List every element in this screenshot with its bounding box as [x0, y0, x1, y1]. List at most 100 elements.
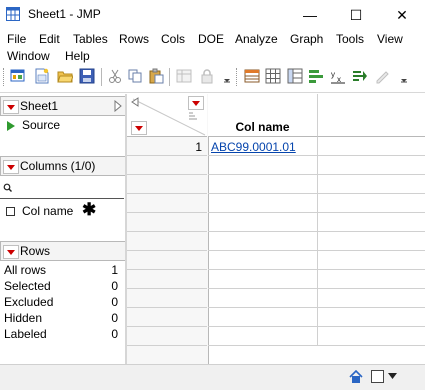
menu-doe[interactable]: DOE	[198, 32, 224, 46]
empty-row-header[interactable]	[127, 327, 207, 346]
close-button[interactable]: ✕	[379, 0, 425, 30]
empty-row-header[interactable]	[127, 289, 207, 308]
data-cell[interactable]: ABC99.0001.01	[208, 137, 318, 156]
open-folder-icon[interactable]	[57, 68, 73, 84]
menu-view[interactable]: View	[377, 32, 403, 46]
toolbar-separator	[169, 68, 170, 86]
home-icon[interactable]	[349, 370, 363, 384]
toolbar: y x	[0, 64, 425, 93]
empty-cell[interactable]	[318, 251, 425, 270]
columns-red-triangle-icon[interactable]	[188, 96, 204, 110]
empty-cell[interactable]	[208, 175, 318, 194]
column-header[interactable]: Col name	[208, 94, 318, 137]
stat-value: 0	[111, 279, 118, 293]
empty-row-header[interactable]	[127, 156, 207, 175]
column-search-field[interactable]	[0, 178, 124, 199]
cell-link-value[interactable]: ABC99.0001.01	[211, 140, 296, 154]
menu-file[interactable]: File	[7, 32, 26, 46]
empty-row-header[interactable]	[127, 194, 207, 213]
maximize-button[interactable]: ☐	[333, 0, 379, 30]
fit-model-icon[interactable]	[352, 68, 368, 84]
stat-label: Excluded	[4, 295, 54, 309]
toolbar-separator	[101, 68, 102, 86]
fit-y-by-x-icon[interactable]: y x	[330, 68, 346, 84]
red-triangle-menu-icon[interactable]	[3, 100, 19, 114]
menu-analyze[interactable]: Analyze	[235, 32, 278, 46]
empty-cell[interactable]	[208, 251, 318, 270]
grid-table-icon[interactable]	[265, 68, 281, 84]
chevron-down-icon[interactable]	[388, 373, 397, 379]
empty-cell[interactable]	[318, 194, 425, 213]
expand-left-icon[interactable]	[131, 97, 139, 107]
columns-panel-header[interactable]: Columns (1/0)	[0, 156, 126, 176]
stat-value: 0	[111, 327, 118, 341]
minimize-button[interactable]: —	[287, 0, 333, 30]
menu-help[interactable]: Help	[65, 49, 90, 63]
empty-column-header[interactable]	[318, 94, 425, 137]
empty-cell[interactable]	[208, 194, 318, 213]
data-table-icon[interactable]	[244, 68, 260, 84]
empty-cell[interactable]	[208, 327, 318, 346]
empty-cell[interactable]	[208, 213, 318, 232]
empty-row-header[interactable]	[127, 232, 207, 251]
rows-stat-excluded: Excluded 0	[4, 295, 122, 311]
rows-stat-all: All rows 1	[4, 263, 122, 279]
empty-cell[interactable]	[318, 270, 425, 289]
table-panels: Sheet1 Source Columns (1/0) Col name ✱ R…	[0, 94, 126, 364]
bar-chart-icon[interactable]	[308, 68, 324, 84]
toolbar-grip[interactable]	[3, 68, 7, 86]
stat-label: Selected	[4, 279, 51, 293]
cut-icon[interactable]	[107, 68, 123, 84]
row-number-cell[interactable]: 1	[127, 137, 207, 156]
table-panel-header[interactable]: Sheet1	[0, 96, 126, 116]
empty-cell[interactable]	[318, 232, 425, 251]
empty-cell[interactable]	[318, 213, 425, 232]
paste-icon[interactable]	[148, 68, 164, 84]
red-triangle-menu-icon[interactable]	[3, 160, 19, 174]
window-list-icon[interactable]	[371, 370, 384, 383]
stat-label: All rows	[4, 263, 47, 277]
empty-cell[interactable]	[318, 289, 425, 308]
empty-row-header[interactable]	[127, 270, 207, 289]
source-script-item[interactable]: Source	[6, 118, 116, 134]
menu-cols[interactable]: Cols	[161, 32, 185, 46]
jmp-home-icon[interactable]	[10, 68, 26, 84]
empty-cell[interactable]	[208, 270, 318, 289]
menu-tables[interactable]: Tables	[73, 32, 108, 46]
menu-edit[interactable]: Edit	[39, 32, 60, 46]
copy-icon[interactable]	[127, 68, 143, 84]
empty-cell[interactable]	[318, 308, 425, 327]
empty-row-header[interactable]	[127, 175, 207, 194]
column-name: Col name	[22, 204, 74, 218]
column-list-item[interactable]: Col name ✱	[6, 200, 118, 219]
empty-row-header[interactable]	[127, 213, 207, 232]
menu-graph[interactable]: Graph	[290, 32, 323, 46]
save-icon[interactable]	[79, 68, 95, 84]
new-table-icon[interactable]	[34, 68, 50, 84]
empty-row-header[interactable]	[127, 308, 207, 327]
rows-red-triangle-icon[interactable]	[131, 121, 147, 135]
empty-cell[interactable]	[318, 327, 425, 346]
toolbar-grip[interactable]	[236, 68, 240, 86]
empty-cell[interactable]	[208, 232, 318, 251]
empty-cell[interactable]	[208, 289, 318, 308]
collapse-panel-icon[interactable]	[114, 100, 122, 112]
rows-panel-header[interactable]: Rows	[0, 241, 126, 261]
empty-cell[interactable]	[318, 156, 425, 175]
dropdown-arrow-icon[interactable]	[396, 68, 412, 84]
column-table-icon[interactable]	[287, 68, 303, 84]
empty-cell[interactable]	[208, 308, 318, 327]
search-icon	[3, 183, 12, 192]
lock-icon	[201, 69, 213, 84]
empty-cell[interactable]	[208, 156, 318, 175]
menu-rows[interactable]: Rows	[119, 32, 149, 46]
dropdown-arrow-icon[interactable]	[219, 68, 235, 84]
red-triangle-menu-icon[interactable]	[3, 245, 19, 259]
run-script-icon[interactable]	[6, 121, 16, 131]
grid-corner[interactable]	[127, 94, 207, 137]
empty-row-header[interactable]	[127, 251, 207, 270]
empty-cell[interactable]	[318, 137, 425, 156]
menu-tools[interactable]: Tools	[336, 32, 364, 46]
menu-window[interactable]: Window	[7, 49, 50, 63]
empty-cell[interactable]	[318, 175, 425, 194]
